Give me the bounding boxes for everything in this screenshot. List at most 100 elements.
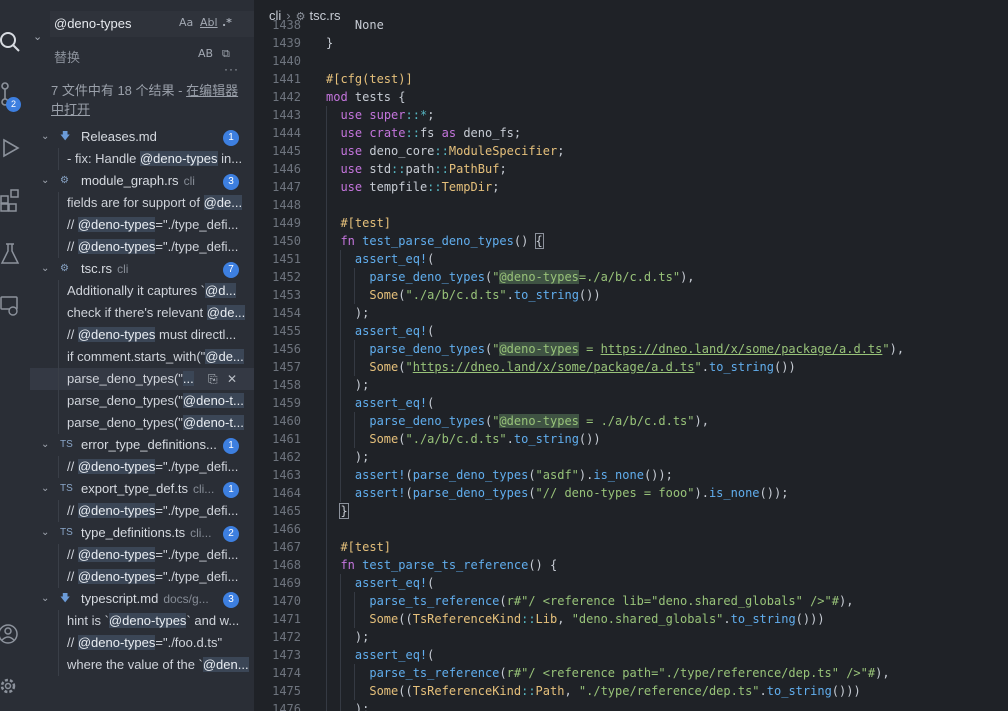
code-line[interactable]: 1441 #[cfg(test)] xyxy=(254,70,1008,88)
code-line[interactable]: 1459 assert_eq!( xyxy=(254,394,1008,412)
code-line[interactable]: 1464 assert!(parse_deno_types("// deno-t… xyxy=(254,484,1008,502)
code-line[interactable]: 1438 None xyxy=(254,16,1008,34)
match-highlight: @deno-types xyxy=(77,217,156,232)
code-line[interactable]: 1451 assert_eq!( xyxy=(254,250,1008,268)
result-match-row[interactable]: // @deno-types="./type_defi... xyxy=(30,544,254,566)
result-file-row[interactable]: ⌄ ⚙ tsc.rs cli 7 xyxy=(30,258,254,280)
result-file-row[interactable]: ⌄ TS error_type_definitions... 1 xyxy=(30,434,254,456)
code-line[interactable]: 1450 fn test_parse_deno_types() { xyxy=(254,232,1008,250)
manage-gear-icon[interactable] xyxy=(0,674,30,698)
file-name-text: export_type_def.ts xyxy=(81,481,188,496)
code-line[interactable]: 1466 xyxy=(254,520,1008,538)
code-line[interactable]: 1462 ); xyxy=(254,448,1008,466)
result-file-row[interactable]: ⌄ TS type_definitions.ts cli... 2 xyxy=(30,522,254,544)
code-line[interactable]: 1472 ); xyxy=(254,628,1008,646)
collapse-chevron-icon[interactable]: ⌄ xyxy=(41,522,49,544)
result-match-row[interactable]: Additionally it captures `@d... xyxy=(30,280,254,302)
replace-all-icon[interactable]: ⧉ xyxy=(222,47,230,61)
code-line[interactable]: 1444 use crate::fs as deno_fs; xyxy=(254,124,1008,142)
collapse-chevron-icon[interactable]: ⌄ xyxy=(41,258,49,280)
code-line[interactable]: 1458 ); xyxy=(254,376,1008,394)
code-line[interactable]: 1475 Some((TsReferenceKind::Path, "./typ… xyxy=(254,682,1008,700)
remote-explorer-icon[interactable] xyxy=(0,294,30,318)
extensions-icon[interactable] xyxy=(0,188,30,212)
use-regex-toggle[interactable]: .* xyxy=(222,16,232,29)
result-match-row[interactable]: check if there's relevant @de... xyxy=(30,302,254,324)
code-line[interactable]: 1471 Some((TsReferenceKind::Lib, "deno.s… xyxy=(254,610,1008,628)
line-number: 1444 xyxy=(272,126,301,140)
result-match-row[interactable]: parse_deno_types("@deno-t... xyxy=(30,390,254,412)
code-line[interactable]: 1467 #[test] xyxy=(254,538,1008,556)
result-match-row[interactable]: // @deno-types="./type_defi... xyxy=(30,456,254,478)
code-line[interactable]: 1443 use super::*; xyxy=(254,106,1008,124)
code-line[interactable]: 1445 use deno_core::ModuleSpecifier; xyxy=(254,142,1008,160)
code-line[interactable]: 1461 Some("./a/b/c.d.ts".to_string()) xyxy=(254,430,1008,448)
line-number: 1449 xyxy=(272,216,301,230)
code-line[interactable]: 1474 parse_ts_reference(r#"/ <reference … xyxy=(254,664,1008,682)
code-line[interactable]: 1453 Some("./a/b/c.d.ts".to_string()) xyxy=(254,286,1008,304)
match-case-toggle[interactable]: Aa xyxy=(179,16,193,29)
code-line[interactable]: 1463 assert!(parse_deno_types("asdf").is… xyxy=(254,466,1008,484)
code-text: assert!(parse_deno_types("// deno-types … xyxy=(354,486,789,500)
result-match-row[interactable]: if comment.starts_with("@de... xyxy=(30,346,254,368)
code-line[interactable]: 1465 } xyxy=(254,502,1008,520)
collapse-chevron-icon[interactable]: ⌄ xyxy=(41,588,49,610)
more-actions-icon[interactable]: ··· xyxy=(224,62,239,76)
match-whole-word-toggle[interactable]: Abl xyxy=(200,16,218,29)
collapse-chevron-icon[interactable]: ⌄ xyxy=(41,170,49,192)
match-prefix: // xyxy=(67,459,78,474)
dismiss-match-icon[interactable]: ✕ xyxy=(227,368,237,390)
result-match-row[interactable]: - fix: Handle @deno-types in... xyxy=(30,148,254,170)
search-query[interactable]: @deno-types xyxy=(54,16,132,31)
toggle-replace-chevron-icon[interactable]: ⌄ xyxy=(33,30,42,43)
code-line[interactable]: 1454 ); xyxy=(254,304,1008,322)
result-match-row[interactable]: where the value of the `@den... xyxy=(30,654,254,676)
code-line[interactable]: 1473 assert_eq!( xyxy=(254,646,1008,664)
result-match-row[interactable]: parse_deno_types("@deno-t... xyxy=(30,412,254,434)
code-line[interactable]: 1476 ); xyxy=(254,700,1008,711)
result-match-row[interactable]: // @deno-types="./type_defi... xyxy=(30,236,254,258)
code-line[interactable]: 1447 use tempfile::TempDir; xyxy=(254,178,1008,196)
preserve-case-toggle[interactable]: AB xyxy=(198,47,213,60)
code-line[interactable]: 1469 assert_eq!( xyxy=(254,574,1008,592)
code-line[interactable]: 1460 parse_deno_types("@deno-types = ./a… xyxy=(254,412,1008,430)
code-line[interactable]: 1440 xyxy=(254,52,1008,70)
collapse-chevron-icon[interactable]: ⌄ xyxy=(41,126,49,148)
code-text: use std::path::PathBuf; xyxy=(340,162,507,176)
line-number: 1464 xyxy=(272,486,301,500)
result-match-row[interactable]: // @deno-types="./foo.d.ts" xyxy=(30,632,254,654)
code-line[interactable]: 1442 mod tests { xyxy=(254,88,1008,106)
code-line[interactable]: 1456 parse_deno_types("@deno-types = htt… xyxy=(254,340,1008,358)
account-icon[interactable] xyxy=(0,622,30,646)
result-match-row[interactable]: fields are for support of @de... xyxy=(30,192,254,214)
result-match-row[interactable]: hint is `@deno-types` and w... xyxy=(30,610,254,632)
code-line[interactable]: 1446 use std::path::PathBuf; xyxy=(254,160,1008,178)
code-line[interactable]: 1439} xyxy=(254,34,1008,52)
code-line[interactable]: 1452 parse_deno_types("@deno-types=./a/b… xyxy=(254,268,1008,286)
result-file-row[interactable]: ⌄ TS export_type_def.ts cli... 1 xyxy=(30,478,254,500)
run-debug-icon[interactable] xyxy=(0,136,30,160)
collapse-chevron-icon[interactable]: ⌄ xyxy=(41,434,49,456)
result-match-row[interactable]: parse_deno_types("... ⎘ ✕ xyxy=(30,368,254,390)
result-match-row[interactable]: // @deno-types="./type_defi... xyxy=(30,214,254,236)
result-match-row[interactable]: // @deno-types must directl... xyxy=(30,324,254,346)
code-line[interactable]: 1449 #[test] xyxy=(254,214,1008,232)
replace-match-icon[interactable]: ⎘ xyxy=(208,368,218,390)
testing-flask-icon[interactable] xyxy=(0,242,30,266)
result-file-row[interactable]: ⌄ 🡇 Releases.md 1 xyxy=(30,126,254,148)
result-match-row[interactable]: // @deno-types="./type_defi... xyxy=(30,566,254,588)
result-match-row[interactable]: // @deno-types="./type_defi... xyxy=(30,500,254,522)
code-line[interactable]: 1455 assert_eq!( xyxy=(254,322,1008,340)
code-line[interactable]: 1457 Some("https://dneo.land/x/some/pack… xyxy=(254,358,1008,376)
code-line[interactable]: 1470 parse_ts_reference(r#"/ <reference … xyxy=(254,592,1008,610)
code-line[interactable]: 1468 fn test_parse_ts_reference() { xyxy=(254,556,1008,574)
search-icon[interactable] xyxy=(0,30,30,54)
search-input[interactable]: @deno-types Aa Abl .* xyxy=(50,11,254,37)
code-line[interactable]: 1448 xyxy=(254,196,1008,214)
breadcrumb-file[interactable]: tsc.rs xyxy=(310,8,341,23)
breadcrumb-folder[interactable]: cli xyxy=(269,8,281,23)
collapse-chevron-icon[interactable]: ⌄ xyxy=(41,478,49,500)
result-file-row[interactable]: ⌄ ⚙ module_graph.rs cli 3 xyxy=(30,170,254,192)
replace-input[interactable]: 替换 AB ⧉ xyxy=(50,42,240,68)
result-file-row[interactable]: ⌄ 🡇 typescript.md docs/g... 3 xyxy=(30,588,254,610)
